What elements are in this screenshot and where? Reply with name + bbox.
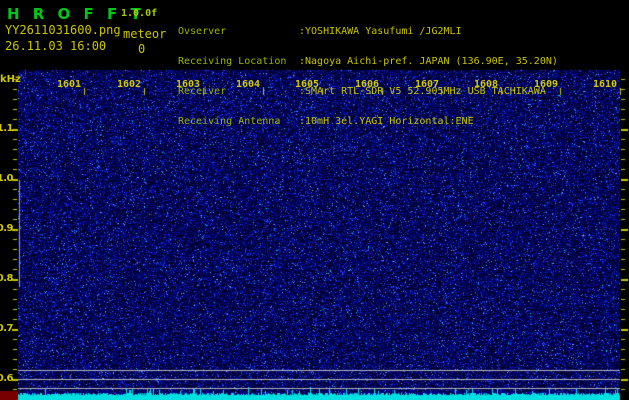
hrofft-window: H R O F F T 1.0.0f YY2611031600.png mete…	[0, 0, 629, 400]
info-label: Receiving Antenna	[178, 116, 281, 127]
y-tick-label: 0.6	[0, 373, 14, 384]
x-tick-label: 1606	[355, 79, 380, 90]
info-row-location: Receiving Location :Nagoya Aichi-pref. JA…	[178, 57, 558, 67]
x-tick-label: 1610	[593, 79, 618, 90]
y-tick-label: 0.9	[0, 223, 14, 234]
x-tick-label: 1605	[295, 79, 320, 90]
info-label: Receiving Location	[178, 56, 287, 67]
y-tick-label: 0.8	[0, 273, 14, 284]
app-version: 1.0.0f	[121, 8, 158, 19]
observation-datetime: 26.11.03 16:00	[5, 39, 107, 53]
info-row-observer: Ovserver :YOSHIKAWA Yasufumi /JG2MLI	[178, 27, 558, 37]
y-tick-label: 1.0	[0, 173, 14, 184]
info-value: :Nagoya Aichi-pref. JAPAN (136.90E, 35.2…	[299, 56, 558, 67]
meteor-count: 0	[138, 42, 146, 56]
mode-label: meteor	[123, 27, 167, 41]
y-axis-unit: kHz	[0, 74, 21, 85]
x-tick-label: 1604	[236, 79, 261, 90]
x-tick-label: 1609	[534, 79, 559, 90]
x-tick-label: 1602	[117, 79, 142, 90]
x-tick-label: 1601	[57, 79, 82, 90]
station-info: Ovserver :YOSHIKAWA Yasufumi /JG2MLI Rece…	[178, 7, 558, 147]
info-label: Ovserver	[178, 26, 227, 37]
info-row-antenna: Receiving Antenna :10mH 3el.YAGI Horizont…	[178, 117, 558, 127]
info-value: :YOSHIKAWA Yasufumi /JG2MLI	[299, 26, 462, 37]
x-tick-label: 1607	[415, 79, 440, 90]
y-tick-label: 0.7	[0, 323, 14, 334]
x-tick-label: 1608	[474, 79, 499, 90]
info-value: :10mH 3el.YAGI Horizontal:ENE	[299, 116, 474, 127]
x-tick-label: 1603	[176, 79, 201, 90]
y-tick-label: 1.1	[0, 123, 14, 134]
output-filename: YY2611031600.png	[5, 23, 121, 37]
